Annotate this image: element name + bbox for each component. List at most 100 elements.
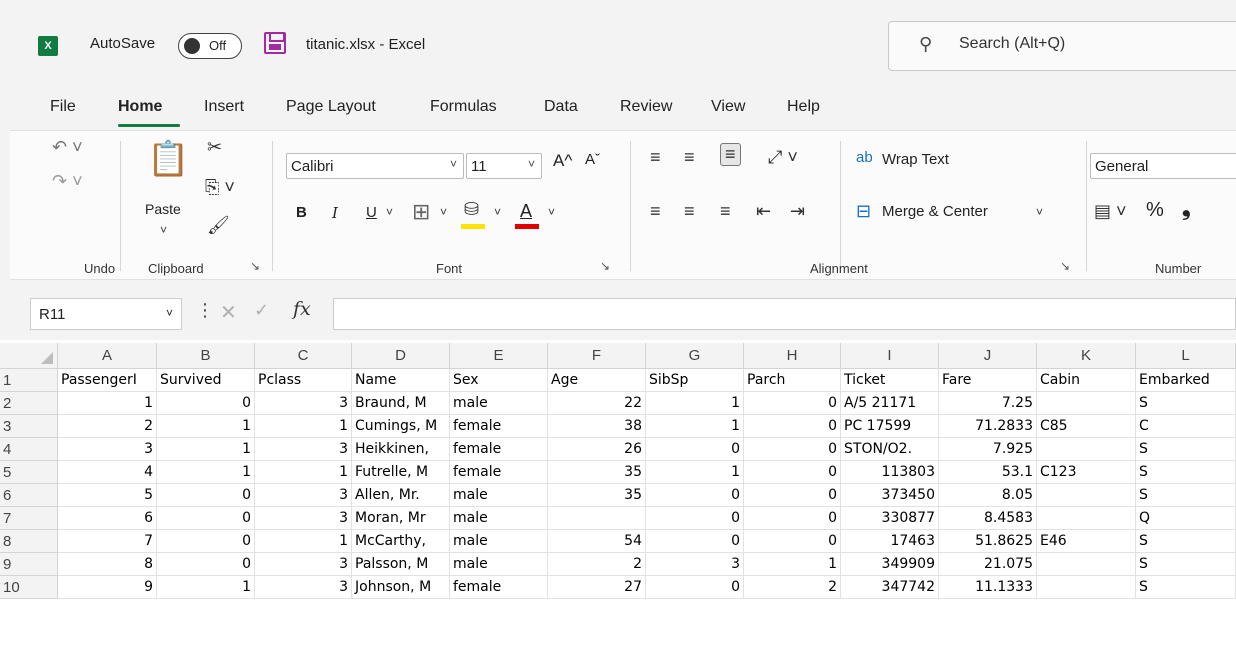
cell-e5[interactable]: female [450, 461, 548, 484]
cell-b7[interactable]: 0 [157, 507, 255, 530]
cell-j10[interactable]: 11.1333 [939, 576, 1037, 599]
cell-h10[interactable]: 2 [744, 576, 841, 599]
font-name-select[interactable]: Calibri ˅ [286, 153, 464, 179]
cell-i10[interactable]: 347742 [841, 576, 939, 599]
align-right-icon[interactable]: ≡ [720, 201, 731, 222]
font-color-button[interactable]: A [520, 201, 532, 222]
cell-f1[interactable]: Age [548, 369, 646, 392]
cell-i9[interactable]: 349909 [841, 553, 939, 576]
row-header-7[interactable]: 7 [0, 507, 58, 530]
copy-icon[interactable]: ⎘ ˅ [205, 177, 235, 198]
column-header-k[interactable]: K [1037, 343, 1136, 369]
row-header-9[interactable]: 9 [0, 553, 58, 576]
underline-button[interactable]: U [366, 204, 377, 221]
cell-j8[interactable]: 51.8625 [939, 530, 1037, 553]
column-header-i[interactable]: I [841, 343, 939, 369]
accounting-format-icon[interactable]: ▤ ˅ [1094, 201, 1127, 222]
merge-center-button[interactable]: Merge & Center [882, 203, 988, 220]
cell-e4[interactable]: female [450, 438, 548, 461]
merge-dropdown-icon[interactable]: ˅ [1036, 205, 1043, 219]
tab-help[interactable]: Help [787, 98, 820, 116]
cancel-icon[interactable]: ✕ [220, 300, 237, 325]
tab-review[interactable]: Review [620, 98, 672, 116]
decrease-indent-icon[interactable]: ⇤ [756, 201, 771, 222]
cell-d4[interactable]: Heikkinen, [352, 438, 450, 461]
borders-dropdown-icon[interactable]: ˅ [440, 205, 447, 219]
cell-a9[interactable]: 8 [58, 553, 157, 576]
cell-c10[interactable]: 3 [255, 576, 352, 599]
cell-f6[interactable]: 35 [548, 484, 646, 507]
paste-icon[interactable]: 📋 [147, 139, 189, 179]
orientation-icon[interactable]: ⤢ ˅ [768, 147, 798, 168]
comma-style-button[interactable]: ❟ [1182, 195, 1191, 221]
cell-a10[interactable]: 9 [58, 576, 157, 599]
redo-icon[interactable]: ↷ ˅ [52, 171, 83, 192]
underline-dropdown-icon[interactable]: ˅ [386, 205, 393, 219]
cell-c2[interactable]: 3 [255, 392, 352, 415]
cell-g2[interactable]: 1 [646, 392, 744, 415]
cell-j5[interactable]: 53.1 [939, 461, 1037, 484]
cell-d7[interactable]: Moran, Mr [352, 507, 450, 530]
cell-b9[interactable]: 0 [157, 553, 255, 576]
font-size-select[interactable]: 11 ˅ [466, 153, 542, 179]
number-format-select[interactable]: General [1090, 153, 1236, 179]
cell-i7[interactable]: 330877 [841, 507, 939, 530]
cell-l1[interactable]: Embarked [1136, 369, 1236, 392]
autosave-toggle[interactable]: Off [178, 33, 242, 59]
name-box[interactable]: R11 ˅ [30, 298, 182, 330]
cell-a7[interactable]: 6 [58, 507, 157, 530]
cell-d1[interactable]: Name [352, 369, 450, 392]
cell-a5[interactable]: 4 [58, 461, 157, 484]
cell-i4[interactable]: STON/O2. [841, 438, 939, 461]
cell-d9[interactable]: Palsson, M [352, 553, 450, 576]
cell-j2[interactable]: 7.25 [939, 392, 1037, 415]
cell-b6[interactable]: 0 [157, 484, 255, 507]
cell-d10[interactable]: Johnson, M [352, 576, 450, 599]
cell-b1[interactable]: Survived [157, 369, 255, 392]
cell-f10[interactable]: 27 [548, 576, 646, 599]
alignment-launcher-icon[interactable]: ↘ [1060, 259, 1070, 273]
cell-l9[interactable]: S [1136, 553, 1236, 576]
cell-b4[interactable]: 1 [157, 438, 255, 461]
row-header-8[interactable]: 8 [0, 530, 58, 553]
cell-h1[interactable]: Parch [744, 369, 841, 392]
cell-k3[interactable]: C85 [1037, 415, 1136, 438]
cell-c3[interactable]: 1 [255, 415, 352, 438]
cell-d3[interactable]: Cumings, M [352, 415, 450, 438]
row-header-3[interactable]: 3 [0, 415, 58, 438]
cell-i3[interactable]: PC 17599 [841, 415, 939, 438]
cell-i8[interactable]: 17463 [841, 530, 939, 553]
cell-l4[interactable]: S [1136, 438, 1236, 461]
undo-icon[interactable]: ↶ ˅ [52, 137, 83, 158]
cell-k8[interactable]: E46 [1037, 530, 1136, 553]
cell-k10[interactable] [1037, 576, 1136, 599]
align-middle-icon[interactable]: ≡ [684, 147, 695, 168]
cell-e9[interactable]: male [450, 553, 548, 576]
bold-button[interactable]: B [296, 204, 307, 221]
cell-c7[interactable]: 3 [255, 507, 352, 530]
cell-f4[interactable]: 26 [548, 438, 646, 461]
cell-f2[interactable]: 22 [548, 392, 646, 415]
cell-g1[interactable]: SibSp [646, 369, 744, 392]
save-icon[interactable] [264, 32, 286, 54]
cell-j4[interactable]: 7.925 [939, 438, 1037, 461]
row-header-1[interactable]: 1 [0, 369, 58, 392]
cell-d2[interactable]: Braund, M [352, 392, 450, 415]
cell-e6[interactable]: male [450, 484, 548, 507]
more-options-icon[interactable]: ⋮ [196, 300, 214, 321]
cell-e8[interactable]: male [450, 530, 548, 553]
cell-g5[interactable]: 1 [646, 461, 744, 484]
cell-g8[interactable]: 0 [646, 530, 744, 553]
percent-button[interactable]: % [1146, 199, 1164, 222]
cell-a1[interactable]: PassengerI [58, 369, 157, 392]
cell-b8[interactable]: 0 [157, 530, 255, 553]
cell-e1[interactable]: Sex [450, 369, 548, 392]
cell-c5[interactable]: 1 [255, 461, 352, 484]
cell-l5[interactable]: S [1136, 461, 1236, 484]
cell-h8[interactable]: 0 [744, 530, 841, 553]
cell-f9[interactable]: 2 [548, 553, 646, 576]
cell-a6[interactable]: 5 [58, 484, 157, 507]
tab-page-layout[interactable]: Page Layout [286, 98, 376, 116]
cell-d6[interactable]: Allen, Mr. [352, 484, 450, 507]
cell-b2[interactable]: 0 [157, 392, 255, 415]
